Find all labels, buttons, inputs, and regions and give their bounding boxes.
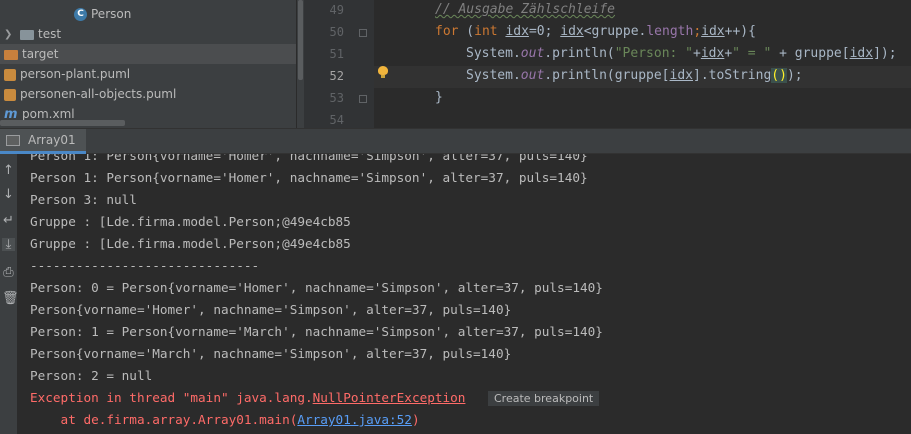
line-number: 49 [329, 3, 344, 17]
console-line: Gruppe : [Lde.firma.model.Person;@49e4cb… [30, 236, 351, 251]
console-line: Person 1: Person{vorname='Homer', nachna… [30, 170, 588, 185]
tree-item-label: test [38, 27, 62, 41]
tree-item-label: pom.xml [22, 107, 75, 121]
code-editor[interactable] [374, 0, 911, 128]
chevron-right-icon[interactable]: ❯ [4, 25, 16, 45]
code-line-51: System.out.println("Person: "+idx+" = " … [466, 46, 897, 61]
lightbulb-icon[interactable] [378, 66, 388, 78]
console-output[interactable]: Person 1: Person{vorname='Homer', nachna… [17, 154, 911, 434]
line-number: 53 [329, 91, 344, 105]
code-line-52: System.out.println(gruppe[idx].toString(… [466, 68, 803, 83]
console-line: Person 3: null [30, 192, 137, 207]
fold-marker-icon[interactable] [359, 95, 367, 103]
tree-item-target[interactable]: target [0, 44, 296, 64]
folder-icon [20, 29, 34, 40]
tree-item-person-plant[interactable]: person-plant.puml [4, 64, 130, 84]
line-number: 50 [329, 25, 344, 39]
fold-marker-icon[interactable] [359, 29, 367, 37]
exception-line: Exception in thread "main" java.lang.Nul… [30, 390, 466, 405]
code-line-50: for (int idx=0; idx<gruppe.length;idx++)… [435, 24, 756, 39]
vertical-scrollbar[interactable] [297, 0, 304, 128]
editor-gutter [304, 0, 374, 128]
console-line: Person 1: Person{vorname='Homer', nachna… [30, 154, 588, 163]
tree-item-label: personen-all-objects.puml [20, 87, 177, 101]
line-number: 54 [329, 113, 344, 127]
run-toolbar: Array01 [0, 128, 911, 154]
code-line-53: } [435, 90, 443, 105]
scrollbar-thumb[interactable] [298, 0, 303, 80]
scroll-to-end-icon[interactable]: ⤓ [2, 238, 15, 251]
console-line: Person: 0 = Person{vorname='Homer', nach… [30, 280, 603, 295]
arrow-down-icon[interactable]: ↓ [2, 188, 15, 201]
soft-wrap-icon[interactable]: ↵ [2, 214, 15, 227]
line-number: 51 [329, 47, 344, 61]
line-number: 52 [329, 69, 344, 83]
print-icon[interactable]: ⎙ [2, 266, 15, 279]
class-icon: C [74, 8, 87, 21]
source-link[interactable]: Array01.java:52 [297, 412, 412, 427]
console-line: Person: 1 = Person{vorname='March', nach… [30, 324, 603, 339]
tree-item-test[interactable]: ❯ test [4, 24, 61, 44]
tree-item-label: target [22, 47, 59, 61]
console-line: ------------------------------ [30, 258, 260, 273]
code-line-49: // Ausgabe Zählschleife [435, 2, 616, 17]
create-breakpoint-button[interactable]: Create breakpoint [488, 391, 600, 406]
console-line: Person{vorname='March', nachname='Simpso… [30, 346, 512, 361]
exception-class-link[interactable]: NullPointerException [313, 390, 466, 405]
folder-icon [4, 49, 18, 60]
trash-icon[interactable]: 🗑 [2, 292, 19, 305]
stack-trace-line: at de.firma.array.Array01.main(Array01.j… [30, 412, 420, 427]
tree-item-personen-all-objects[interactable]: personen-all-objects.puml [4, 84, 176, 104]
tab-label: Array01 [28, 133, 76, 147]
project-tree: C Person ❯ test target person-plant.puml p… [0, 0, 296, 128]
arrow-up-icon[interactable]: ↑ [2, 164, 15, 177]
tree-item-person[interactable]: C Person [74, 4, 131, 24]
puml-file-icon [4, 68, 16, 81]
tree-item-label: person-plant.puml [20, 67, 131, 81]
console-line: Person{vorname='Homer', nachname='Simpso… [30, 302, 512, 317]
console-line: Gruppe : [Lde.firma.model.Person;@49e4cb… [30, 214, 351, 229]
puml-file-icon [4, 88, 16, 101]
tree-item-label: Person [91, 7, 132, 21]
horizontal-scrollbar[interactable] [0, 120, 125, 126]
console-toolstrip: ↑ ↓ ↵ ⤓ ⎙ 🗑 [0, 154, 19, 434]
console-line: Person: 2 = null [30, 368, 153, 383]
application-icon [6, 134, 20, 146]
tab-array01[interactable]: Array01 [0, 129, 86, 154]
